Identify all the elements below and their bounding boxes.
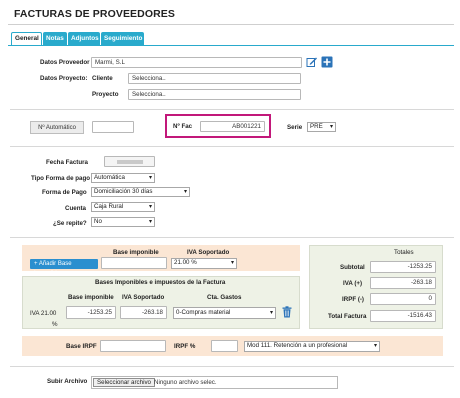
add-base-button[interactable]: + Añadir Base Imponible <box>30 259 98 277</box>
iva-total-field: -263.18 <box>370 277 436 289</box>
irpf-total-field: 0 <box>370 293 436 305</box>
iva-soportado-header: IVA Soportado <box>187 249 230 256</box>
proyecto-label: Datos Proyecto: <box>40 75 88 82</box>
base-irpf-label: Base IRPF <box>66 343 97 350</box>
chevron-down-icon: ▾ <box>183 189 187 195</box>
repite-value: No <box>94 218 102 225</box>
select-file-button[interactable]: Seleccionar archivo <box>93 378 155 387</box>
chevron-down-icon: ▾ <box>329 124 333 130</box>
proveedor-field[interactable]: Marmi, S.L <box>91 57 302 68</box>
base-imponible-input[interactable] <box>101 257 167 269</box>
chevron-down-icon: ▾ <box>230 260 234 266</box>
cliente-label: Cliente <box>92 75 113 82</box>
iva-select[interactable]: 21.00 % ▾ <box>171 258 237 269</box>
row-iva-field[interactable]: -263.18 <box>120 306 167 319</box>
totales-header: Totales <box>394 249 414 256</box>
subtotal-field: -1253.25 <box>370 261 436 273</box>
nfac-label: Nº Fac <box>173 123 193 130</box>
auto-number-field[interactable] <box>92 121 134 133</box>
page-title: FACTURAS DE PROVEEDORES <box>14 8 175 20</box>
col-base-header: Base imponible <box>68 294 114 301</box>
nfac-field[interactable]: AB001221 <box>200 121 265 132</box>
subir-archivo-label: Subir Archivo <box>47 378 88 385</box>
row-iva-label-pct: % <box>52 321 58 328</box>
file-status: Ninguno archivo selec. <box>154 379 217 386</box>
file-input[interactable]: Seleccionar archivo Ninguno archivo sele… <box>91 376 338 389</box>
divider <box>10 109 454 110</box>
date-placeholder <box>117 160 143 164</box>
auto-number-button[interactable]: Nº Automático <box>30 121 84 134</box>
row-cta-select[interactable]: 0-Compras material ▾ <box>173 307 276 319</box>
forma-value: Domiciliación 30 días <box>94 188 153 195</box>
iva-total-label: IVA (+) <box>343 280 363 287</box>
base-imponible-header: Base imponible <box>113 249 159 256</box>
irpf-pct-label: IRPF % <box>174 343 196 350</box>
tipo-label: Tipo Forma de pago <box>31 175 91 182</box>
row-base-field[interactable]: -1253.25 <box>66 306 116 319</box>
tab-divider <box>8 45 454 46</box>
iva-select-value: 21.00 % <box>174 259 197 266</box>
total-label: Total Factura <box>328 313 367 320</box>
proveedor-label: Datos Proveedor <box>40 59 90 66</box>
repite-label: ¿Se repite? <box>53 220 87 227</box>
repite-select[interactable]: No ▾ <box>91 217 155 227</box>
add-icon[interactable] <box>321 56 333 68</box>
cuenta-value: Caja Rural <box>94 203 124 210</box>
title-divider <box>8 24 454 25</box>
irpf-total-label: IRPF (-) <box>342 296 364 303</box>
edit-icon[interactable] <box>306 56 318 68</box>
tab-notas[interactable]: Notas <box>43 32 67 46</box>
cuenta-label: Cuenta <box>65 205 86 212</box>
cuenta-select[interactable]: Caja Rural ▾ <box>91 202 155 212</box>
tab-adjuntos[interactable]: Adjuntos <box>68 32 100 46</box>
divider <box>10 366 454 367</box>
row-cta-value: 0-Compras material <box>176 309 231 316</box>
serie-select[interactable]: PRE ▾ <box>307 122 336 132</box>
tab-general[interactable]: General <box>11 32 42 46</box>
proyecto-field[interactable]: Selecciona.. <box>128 89 301 100</box>
serie-value: PRE <box>310 123 323 130</box>
tipo-value: Automática <box>94 174 125 181</box>
chevron-down-icon: ▾ <box>373 343 377 349</box>
proyecto-sub-label: Proyecto <box>92 91 119 98</box>
trash-icon[interactable] <box>282 306 292 318</box>
tab-seguimiento[interactable]: Seguimiento <box>101 32 144 46</box>
col-cta-header: Cta. Gastos <box>207 294 242 301</box>
forma-select[interactable]: Domiciliación 30 días ▾ <box>91 187 190 197</box>
subtotal-label: Subtotal <box>340 264 365 271</box>
irpf-modelo-value: Mod 111. Retención a un profesional <box>247 342 348 349</box>
irpf-pct-field[interactable] <box>211 340 238 352</box>
base-irpf-field[interactable] <box>100 340 166 352</box>
chevron-down-icon: ▾ <box>148 204 152 210</box>
fecha-label: Fecha Factura <box>46 159 88 166</box>
fecha-field[interactable] <box>104 156 155 167</box>
chevron-down-icon: ▾ <box>269 310 273 316</box>
cliente-field[interactable]: Selecciona.. <box>128 73 301 84</box>
irpf-modelo-select[interactable]: Mod 111. Retención a un profesional ▾ <box>244 341 380 352</box>
forma-label: Forma de Pago <box>42 189 87 196</box>
divider <box>10 146 454 147</box>
total-field: -1516.43 <box>370 310 436 322</box>
bases-table-title: Bases Imponibles e impuestos de la Factu… <box>95 279 226 286</box>
row-iva-label: IVA 21.00 <box>30 310 57 317</box>
serie-label: Serie <box>287 124 303 131</box>
chevron-down-icon: ▾ <box>148 175 152 181</box>
chevron-down-icon: ▾ <box>148 219 152 225</box>
divider <box>10 237 454 238</box>
tipo-select[interactable]: Automática ▾ <box>91 173 155 183</box>
col-iva-header: IVA Soportado <box>122 294 165 301</box>
